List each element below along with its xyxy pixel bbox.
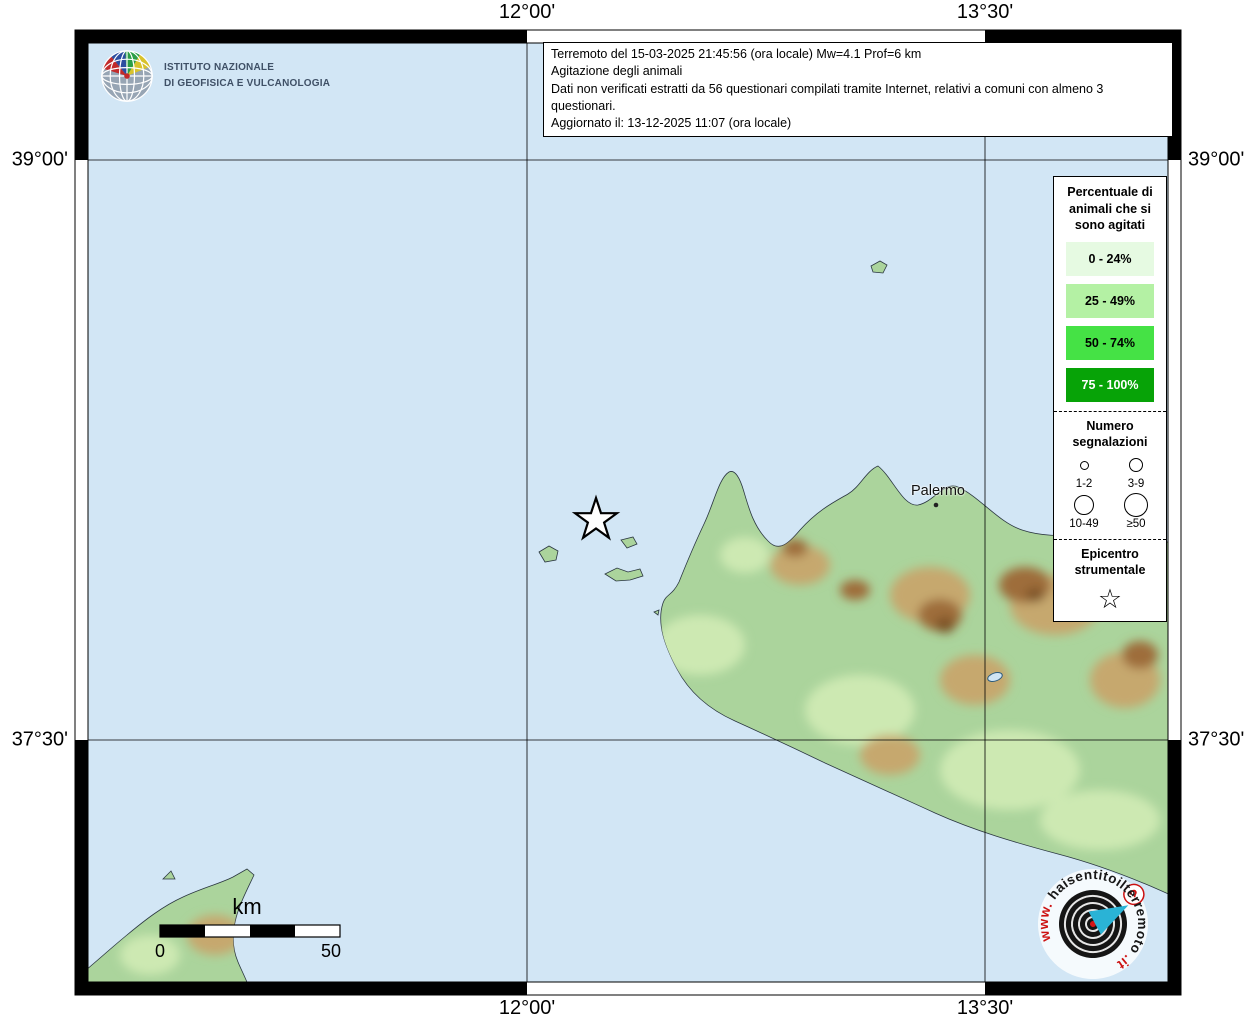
- event-info-box: Terremoto del 15-03-2025 21:45:56 (ora l…: [543, 42, 1173, 137]
- legend-count-item: 3-9: [1110, 454, 1162, 490]
- legend-epicenter-title: Epicentro strumentale: [1058, 546, 1162, 579]
- ingv-name-line2: DI GEOFISICA E VULCANOLOGIA: [164, 76, 330, 92]
- city-label-palermo: Palermo: [911, 483, 965, 499]
- count-circle-large-icon: [1074, 495, 1094, 515]
- axis-label-bottom-lon-1330: 13°30': [957, 997, 1013, 1020]
- legend-swatch-label: 0 - 24%: [1088, 252, 1131, 266]
- legend-count-grid: 1-2 3-9 10-49 ≥50: [1058, 454, 1162, 530]
- legend-count-item: ≥50: [1110, 494, 1162, 530]
- legend-swatch-label: 75 - 100%: [1082, 378, 1139, 392]
- legend-count-item: 10-49: [1058, 494, 1110, 530]
- count-circle-small-icon: [1080, 461, 1089, 470]
- axis-label-left-lat-39: 39°00': [0, 149, 68, 172]
- event-survey-type-line: Agitazione degli animali: [551, 63, 1165, 80]
- sea: [88, 43, 1168, 982]
- legend-count-title: Numero segnalazioni: [1058, 418, 1162, 451]
- map-legend: Percentuale di animali che si sono agita…: [1053, 176, 1167, 622]
- ingv-globe-icon: [99, 48, 155, 104]
- axis-label-left-lat-3730: 37°30': [0, 729, 68, 752]
- count-label: 1-2: [1076, 478, 1093, 490]
- legend-swatch-label: 50 - 74%: [1085, 336, 1135, 350]
- event-updated-line: Aggiornato il: 13-12-2025 11:07 (ora loc…: [551, 115, 1165, 132]
- legend-percent-title: Percentuale di animali che si sono agita…: [1058, 184, 1162, 234]
- legend-count-item: 1-2: [1058, 454, 1110, 490]
- palermo-city-dot: [934, 503, 939, 508]
- count-circle-medium-icon: [1129, 458, 1143, 472]
- legend-swatch-50-74: 50 - 74%: [1066, 326, 1154, 360]
- axis-label-right-lat-3730: 37°30': [1188, 729, 1244, 752]
- event-data-note-line: Dati non verificati estratti da 56 quest…: [551, 81, 1165, 116]
- legend-divider: [1054, 411, 1166, 412]
- epicenter-star-icon: ☆: [1058, 586, 1162, 613]
- ingv-name: ISTITUTO NAZIONALE DI GEOFISICA E VULCAN…: [164, 60, 330, 92]
- scale-bar: [160, 925, 340, 937]
- legend-swatch-label: 25 - 49%: [1085, 294, 1135, 308]
- scalebar-min-label: 0: [155, 941, 165, 962]
- ingv-name-line1: ISTITUTO NAZIONALE: [164, 60, 330, 76]
- count-label: 10-49: [1069, 518, 1098, 530]
- legend-divider: [1054, 539, 1166, 540]
- event-summary-line: Terremoto del 15-03-2025 21:45:56 (ora l…: [551, 46, 1165, 63]
- earthquake-felt-map: ? www. haisentitoilterremoto .it: [0, 0, 1255, 1024]
- axis-label-top-lon-12: 12°00': [499, 1, 555, 24]
- legend-swatch-25-49: 25 - 49%: [1066, 284, 1154, 318]
- count-label: 3-9: [1128, 478, 1145, 490]
- axis-label-right-lat-39: 39°00': [1188, 149, 1244, 172]
- scalebar-unit-label: km: [232, 894, 261, 920]
- count-circle-xlarge-icon: [1124, 493, 1148, 517]
- legend-swatch-75-100: 75 - 100%: [1066, 368, 1154, 402]
- scalebar-max-label: 50: [321, 941, 341, 962]
- axis-label-bottom-lon-12: 12°00': [499, 997, 555, 1020]
- axis-label-top-lon-1330: 13°30': [957, 1, 1013, 24]
- legend-swatch-0-24: 0 - 24%: [1066, 242, 1154, 276]
- map-body: ? www. haisentitoilterremoto .it: [80, 43, 1175, 1001]
- count-label: ≥50: [1126, 518, 1145, 530]
- ingv-logo: ISTITUTO NAZIONALE DI GEOFISICA E VULCAN…: [99, 48, 330, 104]
